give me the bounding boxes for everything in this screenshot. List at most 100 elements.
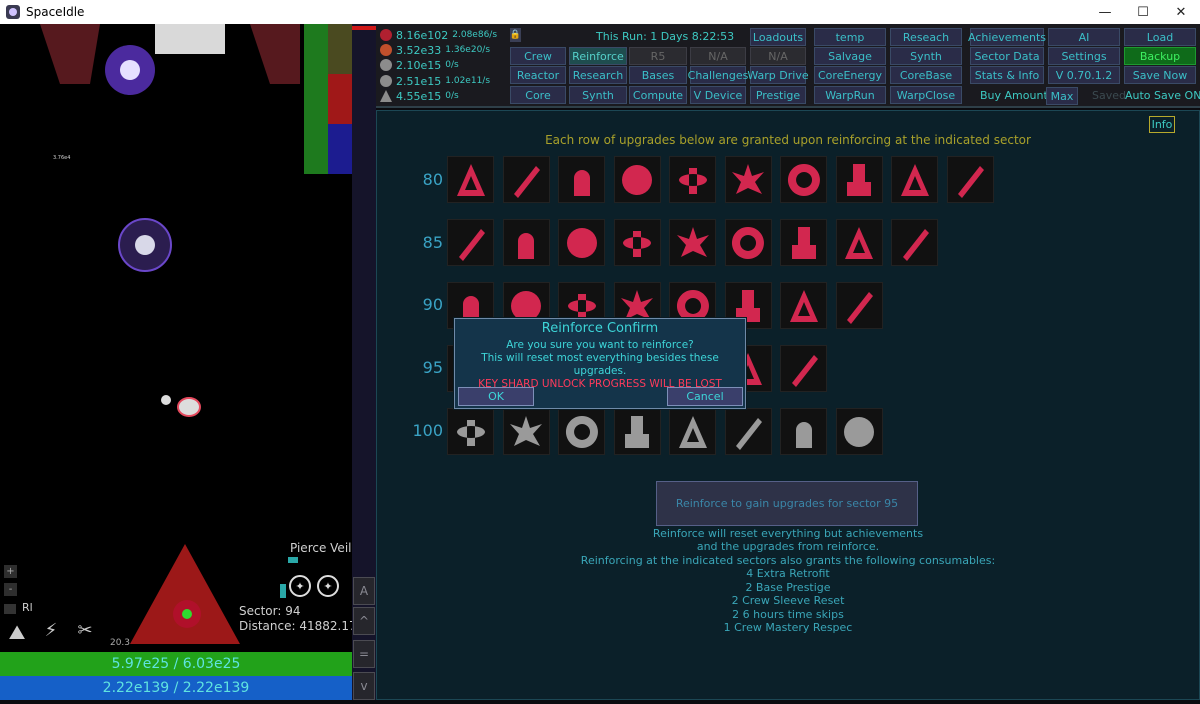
- sector-label: 85: [422, 233, 443, 252]
- reinforce-tab[interactable]: Reinforce: [569, 47, 627, 65]
- pierce-veil-icon[interactable]: ✦: [317, 575, 339, 597]
- upgrade-icon[interactable]: [558, 408, 605, 455]
- reinforce-sector-button[interactable]: Reinforce to gain upgrades for sector 95: [656, 481, 918, 526]
- v-device-button[interactable]: V Device: [690, 86, 746, 104]
- prestige-button[interactable]: Prestige: [750, 86, 806, 104]
- research-button[interactable]: Research: [569, 66, 627, 84]
- save-now-button[interactable]: Save Now: [1124, 66, 1196, 84]
- cooldown-ability-icon[interactable]: 20.3: [104, 620, 136, 648]
- close-icon[interactable]: ✕: [1162, 0, 1200, 24]
- settings-button[interactable]: Settings: [1048, 47, 1120, 65]
- lock-icon[interactable]: 🔒: [510, 28, 521, 42]
- upgrade-icon[interactable]: [780, 156, 827, 203]
- warp-run-button[interactable]: WarpRun: [814, 86, 886, 104]
- compute-button[interactable]: Compute: [629, 86, 687, 104]
- pierce-veil-icon[interactable]: ✦: [289, 575, 311, 597]
- backup-button[interactable]: Backup: [1124, 47, 1196, 65]
- upgrade-icon[interactable]: [502, 156, 550, 203]
- challenges-button[interactable]: Challenges: [688, 66, 748, 84]
- side-button-eq[interactable]: =: [353, 640, 375, 668]
- auto-save-label[interactable]: Auto Save ON: [1125, 89, 1200, 102]
- reinforce-confirm-dialog: Reinforce Confirm Are you sure you want …: [454, 318, 746, 409]
- core-energy-button[interactable]: CoreEnergy: [814, 66, 886, 84]
- upgrade-icon[interactable]: [835, 156, 883, 203]
- bases-button[interactable]: Bases: [629, 66, 687, 84]
- version-button[interactable]: V 0.70.1.2: [1048, 66, 1120, 84]
- upgrade-icon[interactable]: [613, 219, 661, 266]
- upgrade-icon[interactable]: [946, 156, 994, 203]
- cancel-button[interactable]: Cancel: [667, 387, 743, 406]
- upgrade-icon[interactable]: [613, 408, 661, 455]
- reactor-button[interactable]: Reactor: [510, 66, 566, 84]
- upgrade-icon[interactable]: [447, 408, 494, 455]
- minimize-icon[interactable]: —: [1086, 0, 1124, 24]
- warp-close-button[interactable]: WarpClose: [890, 86, 962, 104]
- r5-button[interactable]: R5: [629, 47, 687, 65]
- achievements-button[interactable]: Achievements: [968, 28, 1046, 46]
- ai-button[interactable]: AI: [1048, 28, 1120, 46]
- sector-data-button[interactable]: Sector Data: [970, 47, 1044, 65]
- load-button[interactable]: Load: [1124, 28, 1196, 46]
- synth-button[interactable]: Synth: [569, 86, 627, 104]
- reseach-button[interactable]: Reseach: [890, 28, 962, 46]
- dialog-line: Are you sure you want to reinforce?: [506, 339, 694, 351]
- upgrade-icon[interactable]: [502, 408, 550, 455]
- core-button[interactable]: Core: [510, 86, 566, 104]
- info-line: 1 Crew Mastery Respec: [723, 621, 853, 634]
- distance-readout: Distance: 41882.17: [239, 619, 352, 633]
- temp-button[interactable]: temp: [814, 28, 886, 46]
- info-line: 2 6 hours time skips: [732, 608, 844, 621]
- upgrade-icon[interactable]: [558, 156, 605, 203]
- side-button-a[interactable]: A: [353, 577, 375, 605]
- upgrade-icon[interactable]: [724, 219, 772, 266]
- ship-ability-icon[interactable]: ⛰: [2, 620, 32, 648]
- upgrade-icon[interactable]: [780, 345, 827, 392]
- upgrade-icon[interactable]: [724, 408, 772, 455]
- blade-ability-icon[interactable]: ✂: [70, 620, 100, 648]
- upgrade-icon[interactable]: [780, 282, 827, 329]
- rl-toggle[interactable]: [4, 604, 16, 614]
- na-button-2[interactable]: N/A: [750, 47, 806, 65]
- core-base-button[interactable]: CoreBase: [890, 66, 962, 84]
- game-viewport[interactable]: 3.76e4 Pierce Veil ✦ ✦ + - Rl Sector: 94…: [0, 24, 352, 700]
- sector-label: 100: [412, 421, 443, 440]
- na-button[interactable]: N/A: [690, 47, 746, 65]
- info-button[interactable]: Info: [1149, 116, 1175, 133]
- upgrade-icon[interactable]: [447, 156, 494, 203]
- upgrade-icon[interactable]: [891, 156, 938, 203]
- upgrade-icon[interactable]: [669, 219, 716, 266]
- hp-value: 5.97e25 / 6.03e25: [111, 656, 241, 672]
- upgrade-icon[interactable]: [724, 156, 772, 203]
- upgrade-icon[interactable]: [502, 219, 550, 266]
- synth-button-2[interactable]: Synth: [890, 47, 962, 65]
- side-button-down[interactable]: v: [353, 672, 375, 700]
- upgrade-icon[interactable]: [558, 219, 605, 266]
- upgrade-icon[interactable]: [613, 156, 661, 203]
- zoom-out-button[interactable]: -: [4, 583, 17, 596]
- upgrade-icon[interactable]: [780, 408, 827, 455]
- upgrade-icon[interactable]: [669, 156, 716, 203]
- salvage-button[interactable]: Salvage: [814, 47, 886, 65]
- pierce-veil-label: Pierce Veil: [290, 541, 352, 555]
- upgrade-icon[interactable]: [669, 408, 716, 455]
- resource-rate: 1.02e11/s: [445, 76, 491, 86]
- upgrade-icon[interactable]: [780, 219, 827, 266]
- info-line: and the upgrades from reinforce.: [696, 540, 880, 553]
- upgrade-icon[interactable]: [835, 219, 883, 266]
- upgrade-icon[interactable]: [447, 219, 494, 266]
- upgrade-icon[interactable]: [835, 282, 883, 329]
- stats-info-button[interactable]: Stats & Info: [970, 66, 1044, 84]
- upgrade-icon[interactable]: [835, 408, 883, 455]
- crew-button[interactable]: Crew: [510, 47, 566, 65]
- maximize-icon[interactable]: ☐: [1124, 0, 1162, 24]
- warp-drive-button[interactable]: Warp Drive: [747, 66, 809, 84]
- upgrade-icon[interactable]: [891, 219, 938, 266]
- side-button-up[interactable]: ^: [353, 607, 375, 635]
- zoom-in-button[interactable]: +: [4, 565, 17, 578]
- ok-button[interactable]: OK: [458, 387, 534, 406]
- rl-label: Rl: [22, 601, 33, 614]
- loadouts-button[interactable]: Loadouts: [750, 28, 806, 46]
- buy-amount-button[interactable]: Max: [1046, 87, 1078, 105]
- window-title: SpaceIdle: [26, 5, 85, 19]
- missile-ability-icon[interactable]: ⚡: [36, 620, 66, 648]
